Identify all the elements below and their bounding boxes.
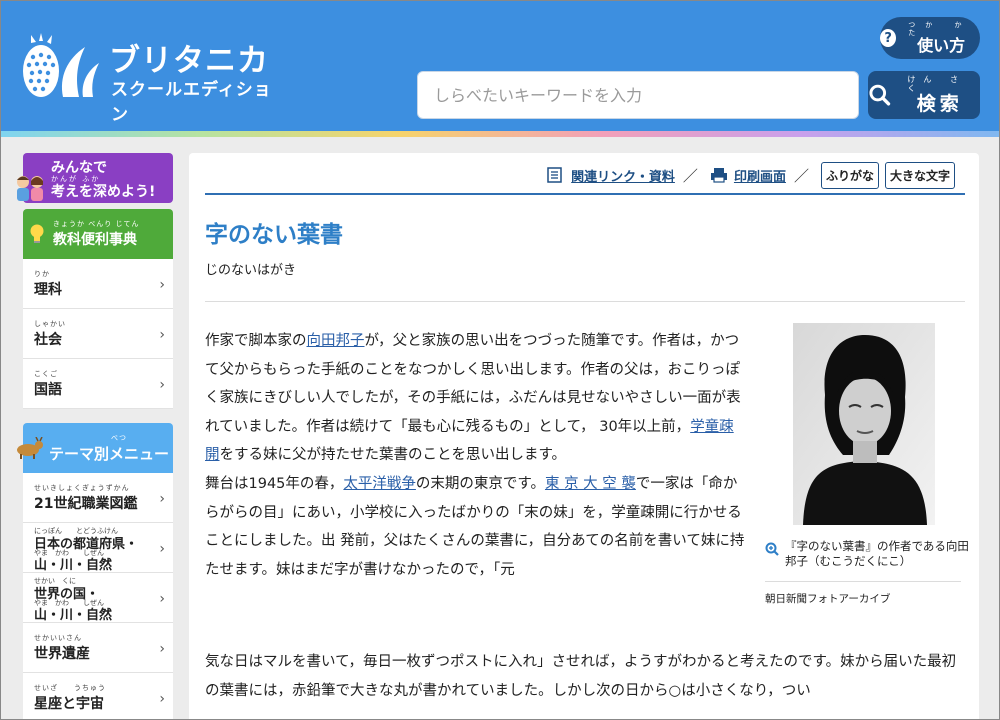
- page-title: 字のない葉書: [205, 222, 343, 248]
- link-tokyo-air-raid[interactable]: 東 京 大 空 襲: [545, 476, 636, 492]
- banner-line2: 考えを深めよう!: [51, 184, 156, 200]
- toolbar-divider: [205, 193, 965, 195]
- link-mukoda-kuniko[interactable]: 向田邦子: [307, 333, 365, 349]
- article-toolbar: 関連リンク・資料 ／ 印刷画面 ／ ふりがな 大きな文字: [547, 161, 955, 189]
- related-links-button[interactable]: 関連リンク・資料: [547, 166, 675, 185]
- print-view-label: 印刷画面: [733, 169, 786, 185]
- item-ruby: せかいいさん: [34, 634, 82, 642]
- rainbow-divider: [1, 131, 999, 137]
- furigana-toggle[interactable]: ふりがな: [820, 161, 879, 189]
- sidebar-item-social-studies[interactable]: しゃかい 社会 ›: [23, 309, 173, 359]
- title-reading: じのないはがき: [205, 263, 297, 278]
- item-ruby: せいきしょくぎょうずかん: [34, 484, 130, 492]
- search-input[interactable]: [417, 71, 859, 119]
- pinecone-logo-icon: [23, 33, 99, 97]
- title-divider: [205, 301, 965, 302]
- photo-credit: 朝日新聞フォトアーカイブ: [765, 593, 891, 605]
- dictionary-heading-ruby: きょうか べんり じてん: [53, 220, 140, 228]
- chevron-right-icon: ›: [159, 641, 165, 657]
- theme-heading-label: テーマ別メニュー: [49, 445, 170, 463]
- item-label: 理科: [34, 282, 62, 298]
- print-view-button[interactable]: 印刷画面: [710, 166, 786, 185]
- article-body-continued: 気な日はマルを書いて，毎日一枚ずつポストに入れ」させれば，ようすがわかると考えた…: [205, 654, 957, 699]
- sidebar-item-stars-space[interactable]: せいざ うちゅう 星座と宇宙 ›: [23, 673, 173, 719]
- item-ruby: しゃかい: [34, 320, 66, 328]
- item-label: 21世紀職業図鑑: [34, 496, 138, 512]
- chevron-right-icon: ›: [159, 541, 165, 557]
- help-button[interactable]: ? つか かた 使い方: [880, 17, 980, 59]
- logo-subtitle: スクールエディション: [111, 80, 272, 125]
- photo-caption-row: 『字のない葉書』の作者である向田邦子（むこうだくにこ）: [765, 539, 975, 569]
- item-label: 世界遺産: [34, 646, 90, 662]
- zoom-in-icon[interactable]: [765, 542, 779, 556]
- theme-heading-ruby: べつ: [111, 434, 127, 442]
- chevron-right-icon: ›: [159, 591, 165, 607]
- theme-menu-heading: べつ テーマ別メニュー: [17, 423, 173, 473]
- body-text: 舞台は1945年の春，: [205, 475, 344, 492]
- article-body: 作家で脚本家の向田邦子が，父と家族の思い出をつづった随筆です。作者は，かつて父か…: [205, 327, 745, 584]
- item-ruby: りか: [34, 270, 50, 278]
- chevron-right-icon: ›: [159, 327, 165, 343]
- printer-icon: [710, 168, 727, 183]
- magnifier-icon: [869, 84, 891, 106]
- sidebar-item-science[interactable]: りか 理科 ›: [23, 259, 173, 309]
- caption-divider: [765, 581, 961, 582]
- think-together-banner[interactable]: みんなで かんが ふか 考えを深めよう!: [17, 153, 173, 203]
- dictionary-heading: きょうか べんり じてん 教科便利事典: [23, 209, 173, 259]
- toolbar-separator: ／: [682, 166, 698, 185]
- sidebar-item-japanese[interactable]: こくご 国語 ›: [23, 359, 173, 409]
- link-pacific-war[interactable]: 太平洋戦争: [343, 476, 416, 492]
- header-bar: ブリタニカ スクールエディション ? つか かた 使い方 けん さく 検索: [1, 1, 999, 137]
- item-label: 星座と宇宙: [34, 696, 104, 712]
- related-links-label: 関連リンク・資料: [571, 169, 675, 185]
- chevron-right-icon: ›: [159, 377, 165, 393]
- item-label: 社会: [34, 332, 62, 348]
- chevron-right-icon: ›: [159, 491, 165, 507]
- logo-title: ブリタニカ: [109, 43, 269, 79]
- chevron-right-icon: ›: [159, 277, 165, 293]
- toolbar-separator: ／: [793, 166, 809, 185]
- document-list-icon: [547, 167, 562, 183]
- search-button-ruby: けん さく: [907, 75, 966, 93]
- body-text: をする妹に父が持たせた葉書のことを思い出します。: [219, 447, 567, 464]
- lightbulb-icon: [30, 224, 44, 243]
- chevron-right-icon: ›: [159, 691, 165, 707]
- help-button-label: 使い方: [917, 36, 966, 55]
- body-text: 作家で脚本家の: [205, 333, 307, 349]
- sidebar-item-world-countries[interactable]: せかい くに 世界の国・ やま かわ しぜん 山・川・自然 ›: [23, 573, 173, 623]
- question-mark-icon: ?: [880, 29, 897, 47]
- item-label: 山・川・自然: [34, 608, 113, 623]
- search-button[interactable]: けん さく 検索: [868, 71, 980, 119]
- search-button-label: 検索: [916, 93, 963, 115]
- sidebar-item-world-heritage[interactable]: せかいいさん 世界遺産 ›: [23, 623, 173, 673]
- app-frame: ブリタニカ スクールエディション ? つか かた 使い方 けん さく 検索: [0, 0, 1000, 720]
- article-panel: 関連リンク・資料 ／ 印刷画面 ／ ふりがな 大きな文字 字のない葉書 じのない…: [189, 153, 979, 719]
- photo-caption: 『字のない葉書』の作者である向田邦子（むこうだくにこ）: [785, 539, 969, 568]
- britannica-logo[interactable]: ブリタニカ スクールエディション: [19, 33, 279, 125]
- dictionary-heading-label: 教科便利事典: [53, 232, 137, 248]
- body-text: の末期の東京です。: [415, 475, 545, 492]
- children-icon: [17, 176, 43, 201]
- portrait-image: [793, 323, 935, 525]
- sidebar-item-prefectures[interactable]: にっぽん とどうふけん 日本の都道府県・ やま かわ しぜん 山・川・自然 ›: [23, 523, 173, 573]
- help-button-ruby: つか かた: [908, 21, 972, 37]
- item-ruby: こくご: [34, 370, 58, 378]
- sidebar: みんなで かんが ふか 考えを深めよう! きょうか べんり じてん 教科便利事典…: [17, 153, 173, 719]
- item-label: 山・川・自然: [34, 558, 113, 573]
- large-text-toggle[interactable]: 大きな文字: [884, 161, 955, 189]
- author-photo[interactable]: [793, 323, 935, 525]
- deer-icon: [17, 437, 43, 459]
- item-label: 国語: [34, 382, 62, 398]
- sidebar-item-careers[interactable]: せいきしょくぎょうずかん 21世紀職業図鑑 ›: [23, 473, 173, 523]
- item-ruby: せいざ うちゅう: [34, 684, 106, 692]
